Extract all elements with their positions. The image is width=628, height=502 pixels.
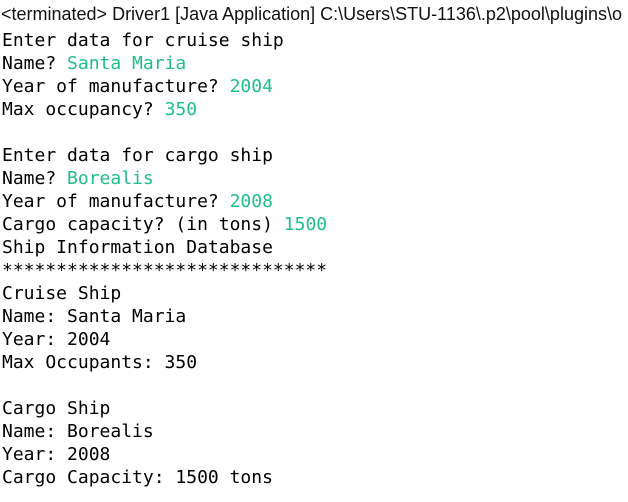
console-line: Year of manufacture? 2004 [2,75,628,98]
console-line: Enter data for cargo ship [2,144,628,167]
console-line-text: Cargo Capacity: 1500 tons [2,467,273,488]
console-line: Year: 2004 [2,328,628,351]
console-line-text: Name? [2,53,68,74]
console-user-input: 2008 [229,191,273,212]
console-user-input: Borealis [67,168,154,189]
console-line-text: Enter data for cruise ship [2,30,284,51]
console-line-text: Max Occupants: 350 [2,352,198,373]
console-line: Max Occupants: 350 [2,351,628,374]
console-line: Cargo Ship [2,397,628,420]
console-line-text: Enter data for cargo ship [2,145,273,166]
console-user-input: 350 [164,99,198,120]
console-line: ****************************** [2,259,628,282]
console-line: Cargo Capacity: 1500 tons [2,466,628,489]
console-user-input: 2004 [229,76,273,97]
console-line: Enter data for cruise ship [2,29,628,52]
console-line-text: Cargo Ship [2,398,111,419]
console-line-text: Year of manufacture? [2,76,230,97]
console-line-text: Ship Information Database [2,237,273,258]
console-line-text: Cruise Ship [2,283,122,304]
console-line: Ship Information Database [2,236,628,259]
console-line-text: Year: 2008 [2,444,111,465]
console-line-text: ****************************** [2,260,328,281]
console-line: Cruise Ship [2,282,628,305]
console-line-text: Name? [2,168,68,189]
console-line: Name: Santa Maria [2,305,628,328]
console-output[interactable]: Enter data for cruise ship Name? Santa Ma… [2,29,628,489]
console-line-text: Name: Santa Maria [2,306,187,327]
console-view[interactable]: <terminated> Driver1 [Java Application] … [0,0,628,502]
console-line-text: Year: 2004 [2,329,111,350]
console-line-text: Max occupancy? [2,99,165,120]
console-line-text: Cargo capacity? (in tons) [2,214,284,235]
console-user-input: 1500 [283,214,328,235]
console-line: Cargo capacity? (in tons) 1500 [2,213,628,236]
console-line-text: Year of manufacture? [2,191,230,212]
console-line: Year of manufacture? 2008 [2,190,628,213]
console-line: Name? Borealis [2,167,628,190]
console-user-input: Santa Maria [67,53,187,74]
console-line: Name? Santa Maria [2,52,628,75]
console-line: Max occupancy? 350 [2,98,628,121]
console-line: Name: Borealis [2,420,628,443]
console-header: <terminated> Driver1 [Java Application] … [1,4,622,24]
console-line: Year: 2008 [2,443,628,466]
console-line-text: Name: Borealis [2,421,154,442]
